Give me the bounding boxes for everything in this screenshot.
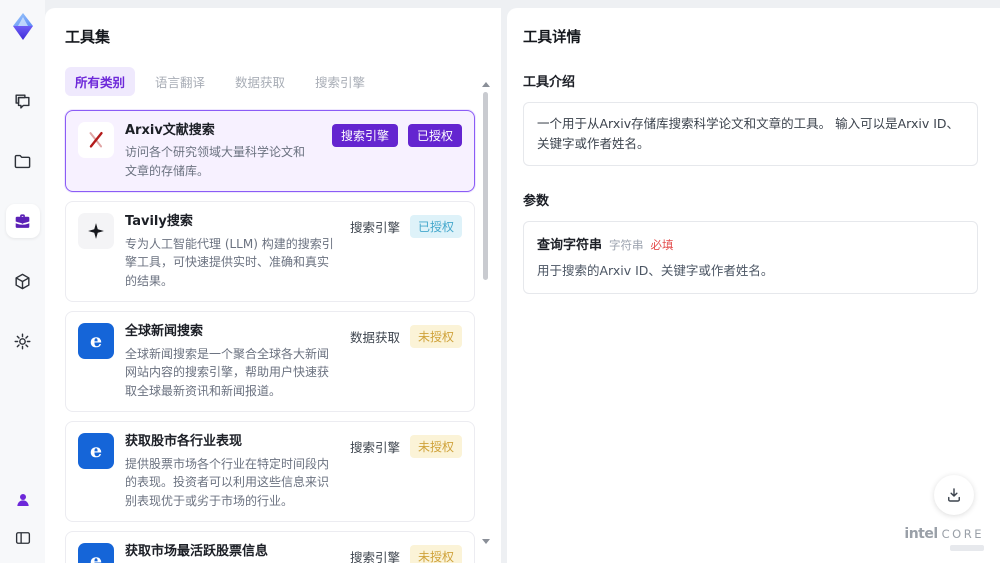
tool-description: 全球新闻搜索是一个聚合全球各大新闻网站内容的搜索引擎，帮助用户快速获取全球最新资… xyxy=(125,346,330,398)
tool-category-label: 搜索引擎 xyxy=(349,440,400,456)
intro-text: 一个用于从Arxiv存储库搜索科学论文和文章的工具。 输入可以是Arxiv ID… xyxy=(537,116,960,151)
intro-heading: 工具介绍 xyxy=(523,75,576,90)
scrollbar-thumb[interactable] xyxy=(483,92,488,280)
intro-box: 一个用于从Arxiv存储库搜索科学论文和文章的工具。 输入可以是Arxiv ID… xyxy=(523,102,978,166)
tool-list-item[interactable]: Arxiv文献搜索 访问各个研究领域大量科学论文和文章的存储库。 搜索引擎 已授… xyxy=(65,110,475,193)
scroll-down-arrow[interactable] xyxy=(482,539,490,544)
detail-title: 工具详情 xyxy=(523,30,581,46)
chat-icon[interactable] xyxy=(6,84,40,118)
brand-core-text: CORE xyxy=(941,527,984,541)
brand-subtext-bar xyxy=(950,545,984,551)
sidebar-nav xyxy=(5,84,40,358)
tavily-icon xyxy=(78,213,114,250)
auth-status-badge: 未授权 xyxy=(409,325,462,349)
tool-list: Arxiv文献搜索 访问各个研究领域大量科学论文和文章的存储库。 搜索引擎 已授… xyxy=(65,110,475,563)
app-window: 工具集 所有类别 语言翻译 数据获取 搜索引擎 Arxiv文献搜索 访问各个研究领域大… xyxy=(0,0,1000,563)
tool-description: 专为人工智能代理 (LLM) 构建的搜索引擎工具，可快速提供实时、准确和真实的结… xyxy=(125,236,334,288)
stock-blue-icon: e xyxy=(78,543,114,563)
tool-list-item[interactable]: e 获取市场最活跃股票信息 提供当天交易量最高的股票列表，投资者可以利用这些信息… xyxy=(65,531,475,563)
scroll-up-arrow[interactable] xyxy=(482,82,490,87)
page-title: 工具集 xyxy=(65,28,111,46)
briefcase-icon[interactable] xyxy=(5,204,40,238)
auth-status-badge: 未授权 xyxy=(409,545,462,563)
tab-1[interactable]: 语言翻译 xyxy=(145,67,215,96)
param-description: 用于搜索的Arxiv ID、关键字或作者姓名。 xyxy=(537,263,774,278)
tool-description: 访问各个研究领域大量科学论文和文章的存储库。 xyxy=(125,145,306,178)
tab-3[interactable]: 搜索引擎 xyxy=(305,67,375,96)
params-heading: 参数 xyxy=(523,194,550,209)
tool-list-item[interactable]: Tavily搜索 专为人工智能代理 (LLM) 构建的搜索引擎工具，可快速提供实… xyxy=(65,201,475,303)
param-type: 字符串 xyxy=(609,238,644,252)
auth-status-badge: 未授权 xyxy=(409,435,462,459)
news-blue-icon: e xyxy=(78,323,114,360)
tool-list-item[interactable]: e 全球新闻搜索 全球新闻搜索是一个聚合全球各大新闻网站内容的搜索引擎，帮助用户… xyxy=(65,311,475,413)
param-required-badge: 必填 xyxy=(650,238,674,252)
category-tabs: 所有类别 语言翻译 数据获取 搜索引擎 xyxy=(65,67,475,96)
intel-core-logo: intel CORE xyxy=(904,526,984,551)
panel-toggle-icon[interactable] xyxy=(6,525,40,551)
tool-name: Arxiv文献搜索 xyxy=(125,123,215,138)
gear-icon[interactable] xyxy=(6,324,40,358)
tool-category-label: 搜索引擎 xyxy=(331,124,398,147)
tool-detail-panel: 工具详情 工具介绍 一个用于从Arxiv存储库搜索科学论文和文章的工具。 输入可… xyxy=(507,8,1000,563)
user-icon[interactable] xyxy=(6,487,40,513)
tool-name: 获取市场最活跃股票信息 xyxy=(125,544,269,560)
tool-category-label: 搜索引擎 xyxy=(349,220,400,236)
app-logo xyxy=(10,12,36,42)
tool-name: 全球新闻搜索 xyxy=(125,324,204,340)
tool-list-panel: 工具集 所有类别 语言翻译 数据获取 搜索引擎 Arxiv文献搜索 访问各个研究领域大… xyxy=(45,8,501,563)
sidebar-bottom xyxy=(0,487,45,551)
tool-name: 获取股市各行业表现 xyxy=(125,434,243,450)
tab-0[interactable]: 所有类别 xyxy=(65,67,136,96)
tool-category-label: 数据获取 xyxy=(349,330,400,346)
param-card: 查询字符串 字符串 必填 用于搜索的Arxiv ID、关键字或作者姓名。 xyxy=(523,221,978,294)
cube-icon[interactable] xyxy=(6,264,40,298)
sidebar xyxy=(0,0,45,563)
tool-category-label: 搜索引擎 xyxy=(349,550,400,563)
download-button[interactable] xyxy=(934,475,974,515)
auth-status-badge: 已授权 xyxy=(407,124,462,147)
param-name: 查询字符串 xyxy=(537,238,603,253)
brand-intel-text: intel xyxy=(904,526,938,542)
tool-name: Tavily搜索 xyxy=(125,214,193,230)
folder-icon[interactable] xyxy=(6,144,40,178)
arxiv-icon xyxy=(78,122,114,158)
tool-list-item[interactable]: e 获取股市各行业表现 提供股票市场各个行业在特定时间段内的表现。投资者可以利用… xyxy=(65,421,475,523)
list-scrollbar[interactable] xyxy=(481,82,490,544)
stock-blue-icon: e xyxy=(78,433,114,470)
auth-status-badge: 已授权 xyxy=(409,215,462,239)
tab-2[interactable]: 数据获取 xyxy=(225,67,295,96)
tool-description: 提供股票市场各个行业在特定时间段内的表现。投资者可以利用这些信息来识别表现优于或… xyxy=(125,456,330,508)
